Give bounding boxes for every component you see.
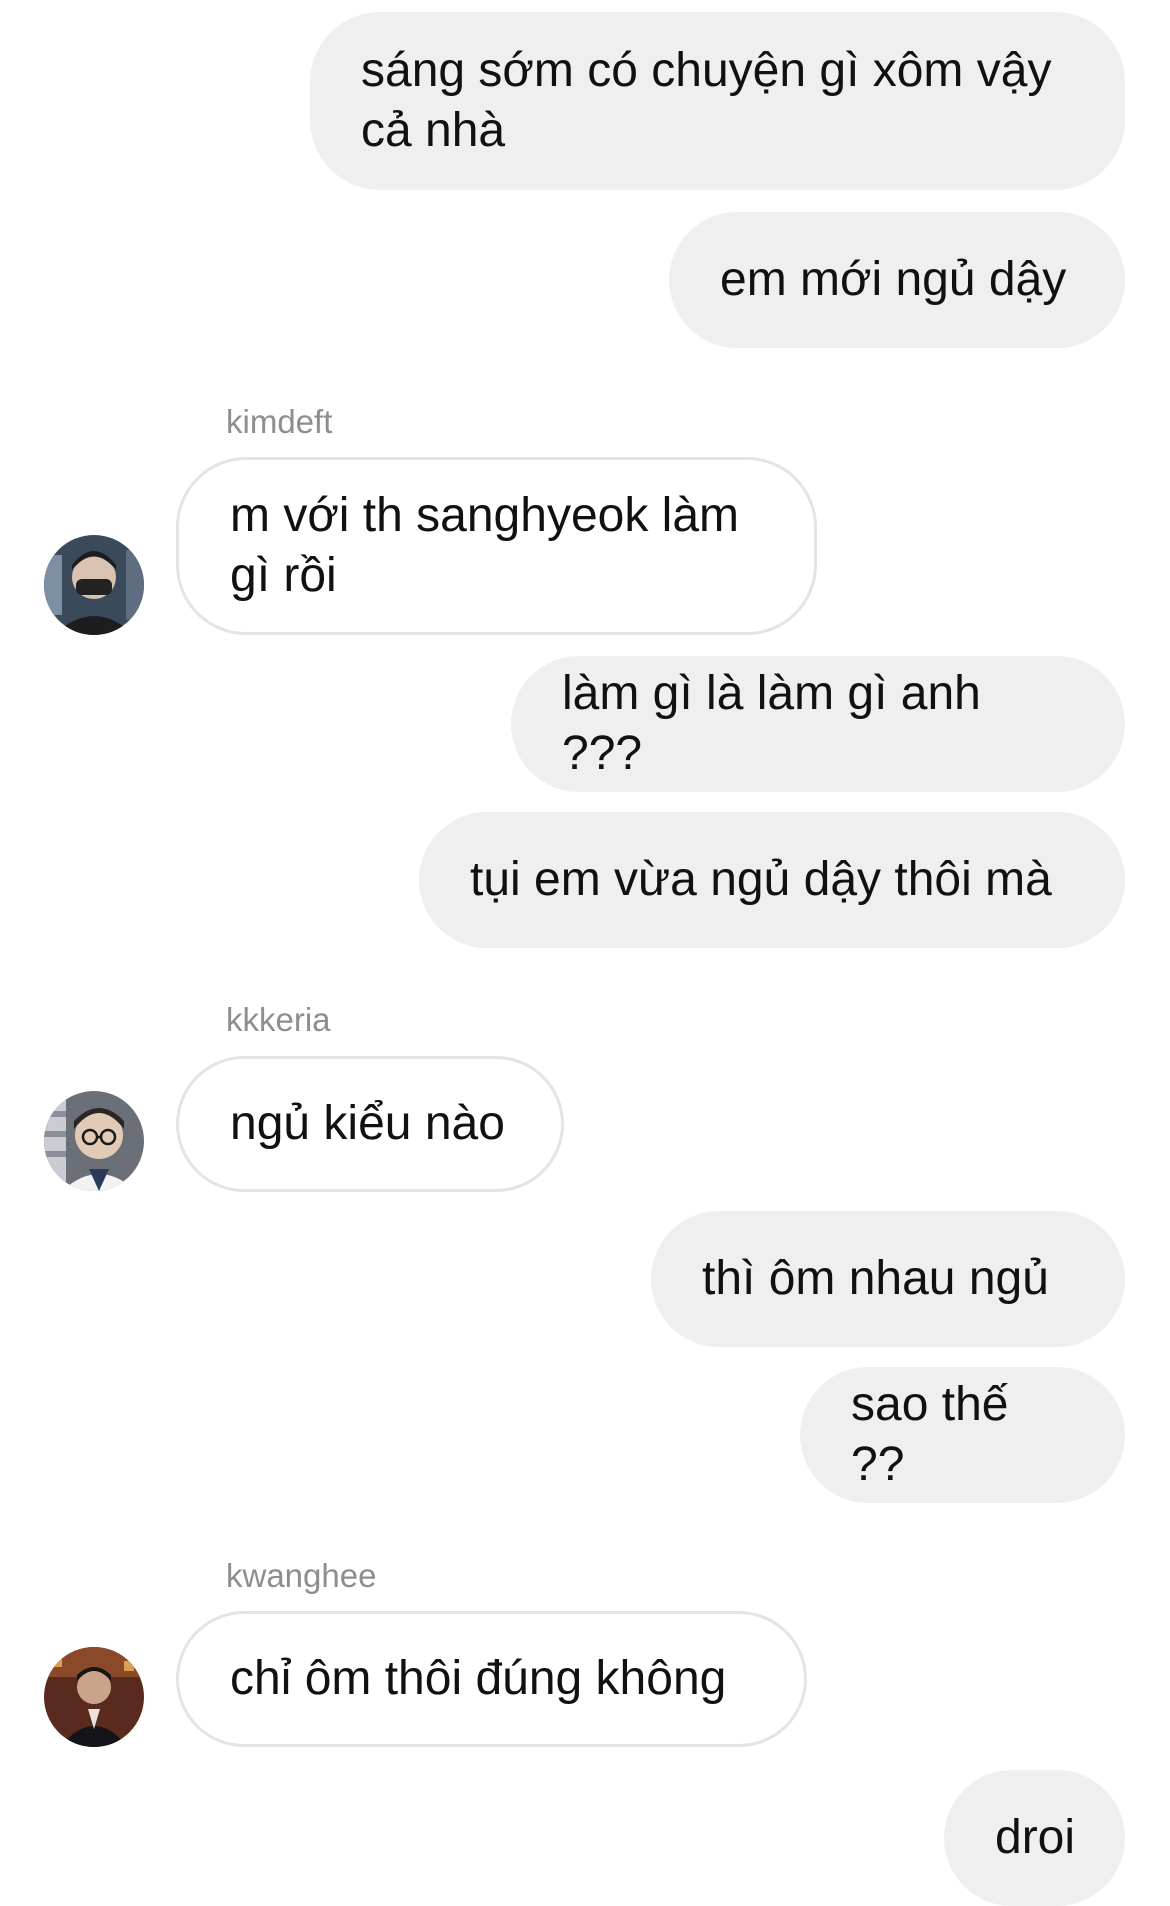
sender-name-kimdeft: kimdeft — [226, 403, 333, 440]
avatar-kkkeria[interactable] — [44, 1091, 144, 1191]
message-text: em mới ngủ dậy — [720, 253, 1067, 306]
message-text: tụi em vừa ngủ dậy thôi mà — [470, 853, 1052, 906]
avatar-masked-photo-icon — [44, 535, 144, 635]
avatar-kimdeft[interactable] — [44, 535, 144, 635]
incoming-message-bubble[interactable]: ngủ kiểu nào — [176, 1056, 564, 1192]
outgoing-message-bubble[interactable]: thì ôm nhau ngủ — [651, 1211, 1125, 1347]
message-text: chỉ ôm thôi đúng không — [230, 1652, 727, 1705]
message-text: droi — [995, 1811, 1076, 1864]
outgoing-message-bubble[interactable]: sao thế ?? — [800, 1367, 1125, 1503]
outgoing-message-bubble[interactable]: em mới ngủ dậy — [669, 212, 1125, 348]
message-text: sáng sớm có chuyện gì xôm vậy cả nhà — [361, 44, 1065, 157]
message-text: m với th sanghyeok làm gì rồi — [230, 489, 753, 602]
avatar-suit-photo-icon — [44, 1647, 144, 1747]
incoming-message-bubble[interactable]: m với th sanghyeok làm gì rồi — [176, 457, 817, 635]
message-text: thì ôm nhau ngủ — [702, 1252, 1049, 1305]
avatar-kwanghee[interactable] — [44, 1647, 144, 1747]
message-text: sao thế ?? — [851, 1378, 1022, 1491]
outgoing-message-bubble[interactable]: tụi em vừa ngủ dậy thôi mà — [419, 812, 1125, 948]
outgoing-message-bubble[interactable]: droi — [944, 1770, 1125, 1906]
avatar-glasses-photo-icon — [44, 1091, 144, 1191]
outgoing-message-bubble[interactable]: sáng sớm có chuyện gì xôm vậy cả nhà — [310, 12, 1125, 190]
incoming-message-bubble[interactable]: chỉ ôm thôi đúng không — [176, 1611, 807, 1747]
outgoing-message-bubble[interactable]: làm gì là làm gì anh ??? — [511, 656, 1125, 792]
message-text: ngủ kiểu nào — [230, 1097, 505, 1150]
message-text: làm gì là làm gì anh ??? — [562, 667, 995, 780]
sender-name-kwanghee: kwanghee — [226, 1557, 377, 1594]
sender-name-kkkeria: kkkeria — [226, 1001, 331, 1038]
message-thread: sáng sớm có chuyện gì xôm vậy cả nhà em … — [0, 0, 1170, 1906]
